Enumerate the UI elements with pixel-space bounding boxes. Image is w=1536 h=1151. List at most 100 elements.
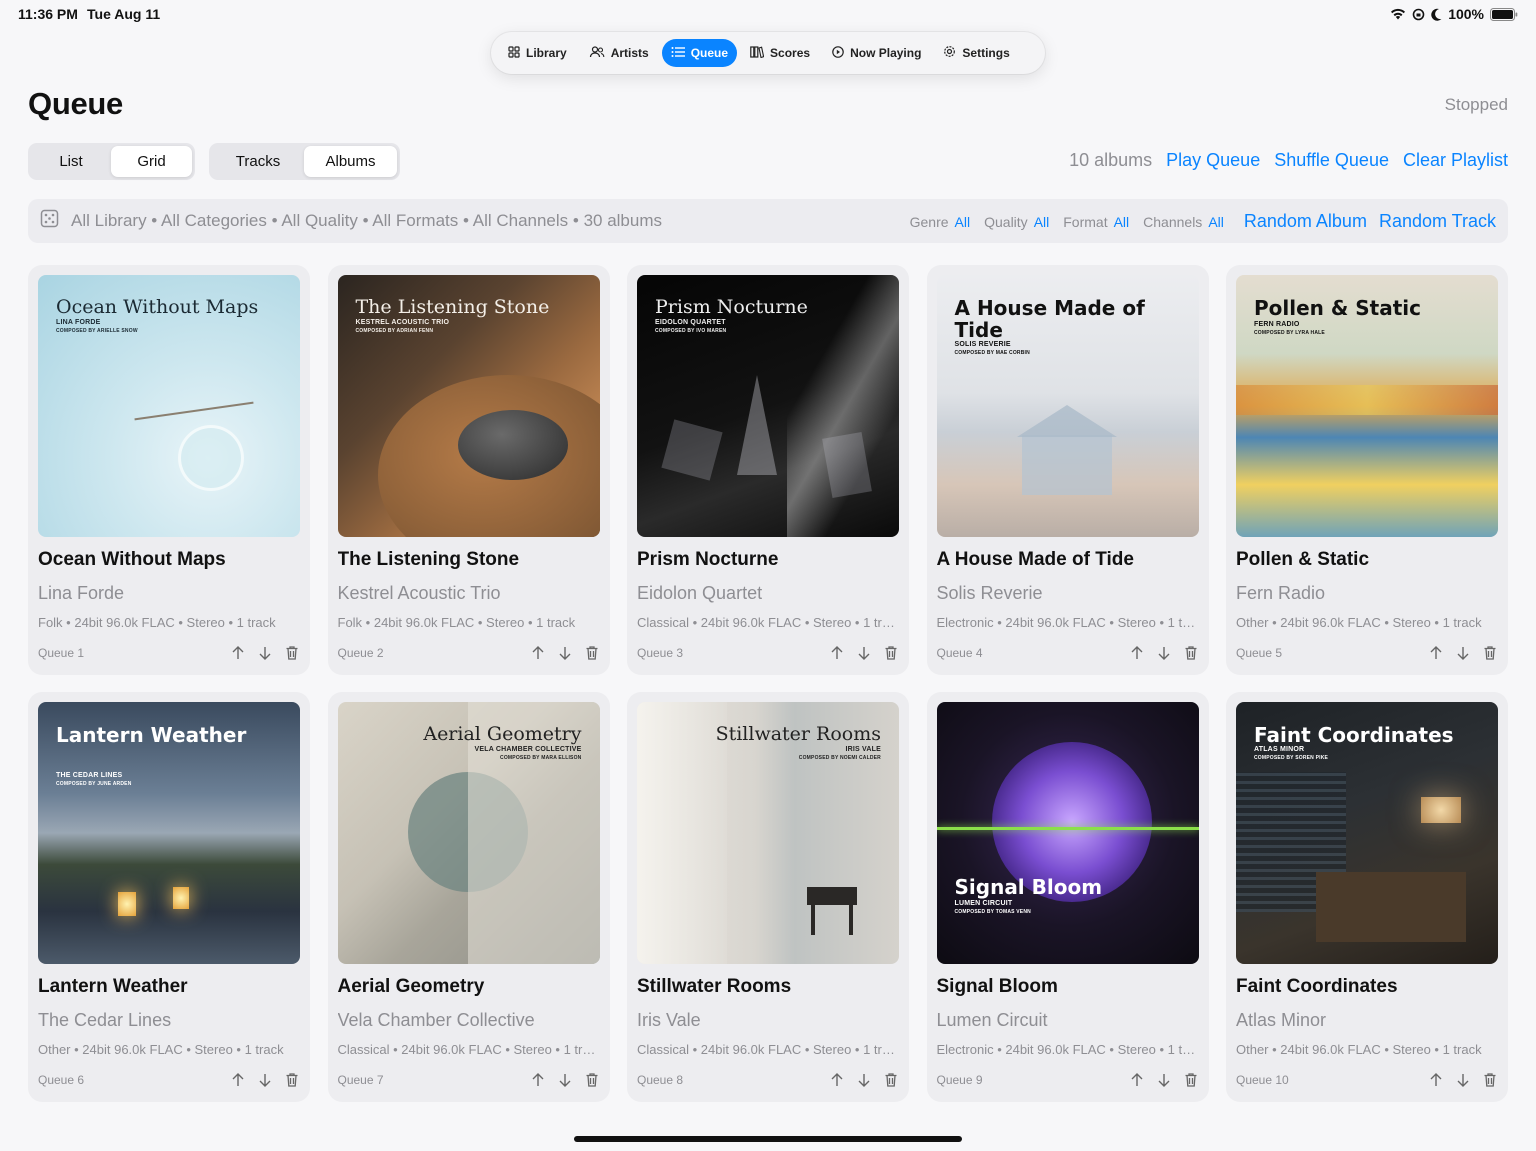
tab-label: Scores [770,46,811,60]
trash-icon[interactable] [883,645,899,661]
clear-playlist-button[interactable]: Clear Playlist [1403,150,1508,171]
trash-icon[interactable] [584,1072,600,1088]
trash-icon[interactable] [1183,1072,1199,1088]
trash-icon[interactable] [1183,645,1199,661]
art-artist: ATLAS MINOR [1254,746,1305,753]
tab-settings[interactable]: Settings [934,39,1018,67]
art-composer: COMPOSED BY ARIELLE SNOW [56,328,138,334]
album-card[interactable]: The Listening Stone KESTREL ACOUSTIC TRI… [327,265,610,675]
album-card[interactable]: Aerial Geometry VELA CHAMBER COLLECTIVE … [327,692,610,1102]
album-card[interactable]: Faint Coordinates ATLAS MINOR COMPOSED B… [1226,692,1508,1102]
card-footer: Queue 3 [637,645,899,661]
view-toggle: List Grid [28,143,195,180]
move-up-icon[interactable] [1129,1072,1145,1088]
move-up-icon[interactable] [1428,645,1444,661]
art-title: Prism Nocturne [655,296,808,318]
status-time: 11:36 PM [18,6,78,22]
tab-scores[interactable]: Scores [741,39,819,67]
album-artist: Vela Chamber Collective [337,1010,535,1030]
album-title: Faint Coordinates [1236,976,1398,997]
play-queue-button[interactable]: Play Queue [1166,150,1260,171]
album-card[interactable]: Pollen & Static FERN RADIO COMPOSED BY L… [1226,265,1508,675]
move-down-icon[interactable] [1156,1072,1172,1088]
quality-filter-value[interactable]: All [1034,214,1050,230]
move-down-icon[interactable] [1455,645,1471,661]
art-composer: COMPOSED BY MAE CORBIN [954,350,1030,356]
move-down-icon[interactable] [257,1072,273,1088]
move-up-icon[interactable] [1129,645,1145,661]
album-meta: Electronic • 24bit 96.0k FLAC • Stereo •… [936,1042,1199,1057]
album-art: Signal Bloom LUMEN CIRCUIT COMPOSED BY T… [936,702,1199,964]
album-card[interactable]: Stillwater Rooms IRIS VALE COMPOSED BY N… [627,692,909,1102]
album-artist: Fern Radio [1236,583,1326,603]
album-art: A House Made of Tide SOLIS REVERIE COMPO… [936,275,1199,537]
move-down-icon[interactable] [1455,1072,1471,1088]
art-title: The Listening Stone [355,296,550,318]
move-up-icon[interactable] [829,1072,845,1088]
random-album-button[interactable]: Random Album [1244,211,1367,232]
album-card[interactable]: A House Made of Tide SOLIS REVERIE COMPO… [926,265,1209,675]
queue-position: Queue 5 [1236,646,1283,660]
album-title: Lantern Weather [38,976,188,997]
home-indicator[interactable] [574,1136,962,1142]
tab-now-playing[interactable]: Now Playing [823,39,930,67]
random-track-button[interactable]: Random Track [1379,211,1496,232]
move-down-icon[interactable] [856,1072,872,1088]
album-card[interactable]: Prism Nocturne EIDOLON QUARTET COMPOSED … [627,265,909,675]
battery-icon [1490,7,1518,21]
move-down-icon[interactable] [856,645,872,661]
grid-view-button[interactable]: Grid [111,146,192,177]
album-artist: Lumen Circuit [936,1010,1048,1030]
move-up-icon[interactable] [530,1072,546,1088]
trash-icon[interactable] [1482,645,1498,661]
album-art: Pollen & Static FERN RADIO COMPOSED BY L… [1236,275,1498,537]
queue-position: Queue 10 [1236,1073,1289,1087]
album-meta: Classical • 24bit 96.0k FLAC • Stereo • … [637,1042,899,1057]
move-down-icon[interactable] [257,645,273,661]
queue-position: Queue 9 [936,1073,983,1087]
quality-filter-label: Quality [984,213,1028,230]
trash-icon[interactable] [284,645,300,661]
album-grid: Ocean Without Maps LINA FORDE COMPOSED B… [28,265,1508,1102]
play-circle-icon [832,45,844,61]
orientation-lock-icon [1412,8,1425,21]
format-filter-value[interactable]: All [1114,214,1130,230]
move-up-icon[interactable] [230,1072,246,1088]
trash-icon[interactable] [883,1072,899,1088]
list-view-button[interactable]: List [31,146,111,177]
genre-filter-value[interactable]: All [955,214,971,230]
card-footer: Queue 7 [338,1072,600,1088]
album-card[interactable]: Lantern Weather THE CEDAR LINES COMPOSED… [28,692,310,1102]
tab-library[interactable]: Library [499,39,576,67]
shuffle-queue-button[interactable]: Shuffle Queue [1274,150,1389,171]
trash-icon[interactable] [584,645,600,661]
queue-position: Queue 8 [637,1073,684,1087]
move-up-icon[interactable] [230,645,246,661]
channels-filter-value[interactable]: All [1208,214,1224,230]
album-artist: Kestrel Acoustic Trio [337,583,501,603]
queue-position: Queue 7 [337,1073,384,1087]
tracks-button[interactable]: Tracks [212,146,304,177]
move-down-icon[interactable] [1156,645,1172,661]
card-footer: Queue 2 [338,645,600,661]
move-down-icon[interactable] [557,645,573,661]
trash-icon[interactable] [1482,1072,1498,1088]
album-card[interactable]: Signal Bloom LUMEN CIRCUIT COMPOSED BY T… [926,692,1209,1102]
album-title: Pollen & Static [1236,549,1370,570]
art-artist: KESTREL ACOUSTIC TRIO [355,319,450,326]
move-down-icon[interactable] [557,1072,573,1088]
album-card[interactable]: Ocean Without Maps LINA FORDE COMPOSED B… [28,265,310,675]
albums-button[interactable]: Albums [304,146,397,177]
wifi-icon [1390,8,1406,20]
art-title: Lantern Weather [56,723,247,747]
art-artist: LINA FORDE [56,319,101,326]
move-up-icon[interactable] [1428,1072,1444,1088]
tab-queue[interactable]: Queue [661,39,738,67]
people-icon [589,45,605,61]
dice-icon[interactable] [40,209,59,233]
move-up-icon[interactable] [829,645,845,661]
tab-artists[interactable]: Artists [580,39,658,67]
trash-icon[interactable] [284,1072,300,1088]
album-count: 10 albums [1069,150,1153,170]
move-up-icon[interactable] [530,645,546,661]
